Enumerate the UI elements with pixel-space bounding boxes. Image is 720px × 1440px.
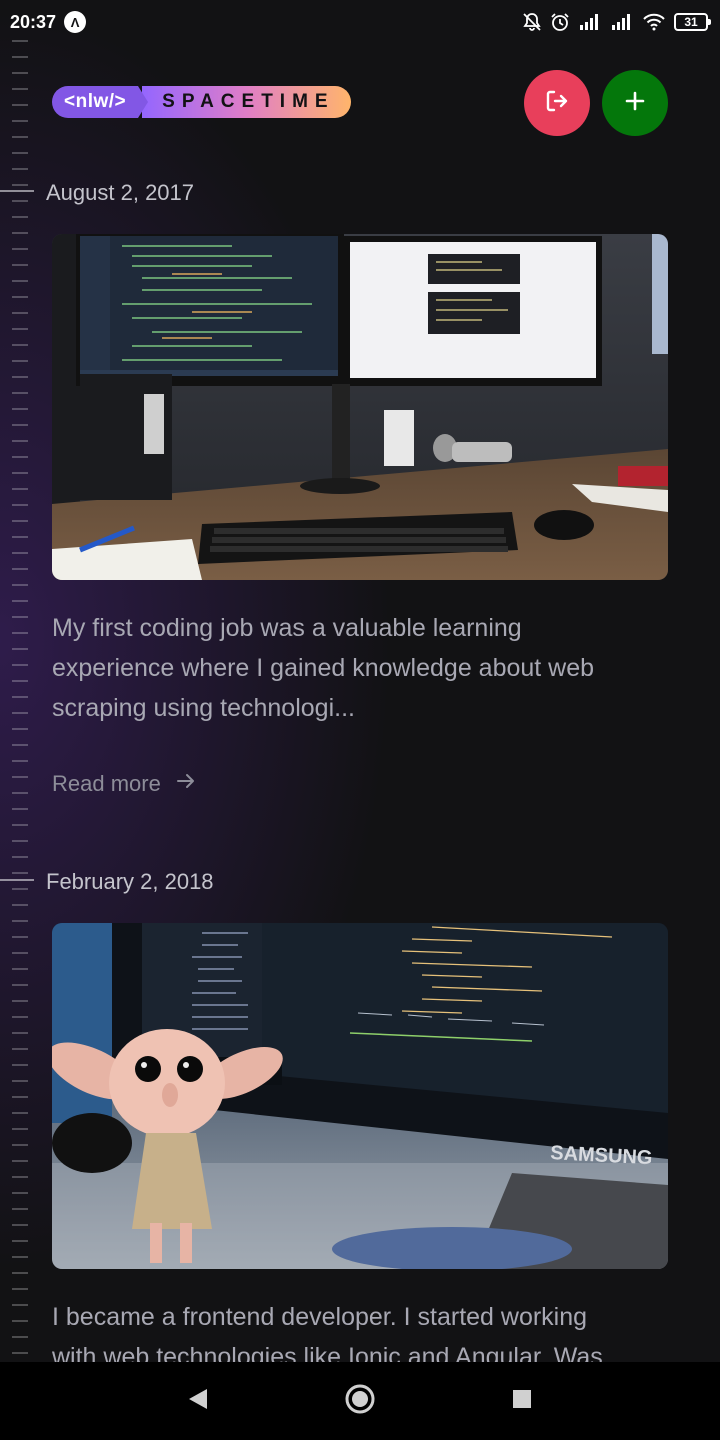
battery-level: 31 [684, 15, 698, 29]
app-screen: 20:37 Λ 31 <nlw/> SPACETIME August 2, 20… [0, 0, 720, 1362]
status-time: 20:37 [10, 11, 57, 32]
plus-icon [623, 89, 647, 118]
memory-excerpt-line: scraping using technologi... [52, 694, 355, 722]
app-notification-icon: Λ [64, 11, 87, 33]
alarm-icon [550, 12, 570, 32]
timeline-marker-2 [0, 879, 34, 881]
memory-date: February 2, 2018 [46, 869, 214, 894]
read-more-label: Read more [52, 771, 161, 796]
signal-icon-1 [578, 13, 602, 31]
memory-excerpt-line: experience where I gained knowledge abou… [52, 654, 595, 682]
memory-photo-samsung[interactable]: SAMSUNG [52, 923, 668, 1269]
memory-photo-desk[interactable] [52, 234, 668, 580]
logo-spacetime: SPACETIME [142, 86, 351, 118]
status-bar: 20:37 Λ 31 [0, 0, 720, 44]
memory-excerpt-line: My first coding job was a valuable learn… [52, 614, 522, 642]
system-nav-bar [0, 1362, 720, 1440]
recents-square-icon[interactable] [511, 1388, 533, 1415]
logout-icon [544, 88, 570, 119]
read-more-link[interactable]: Read more [52, 770, 197, 798]
memory-date: August 2, 2017 [46, 180, 195, 205]
battery-icon: 31 [674, 13, 711, 31]
logout-button[interactable] [524, 70, 590, 136]
bell-off-icon [522, 12, 542, 32]
timeline-ruler [0, 40, 30, 1362]
status-bar-right: 31 [522, 12, 711, 32]
back-triangle-icon[interactable] [187, 1387, 209, 1416]
app-logo: <nlw/> SPACETIME [52, 86, 351, 118]
wifi-icon [642, 13, 666, 31]
logo-nlw: <nlw/> [52, 86, 149, 118]
home-circle-icon[interactable] [344, 1383, 376, 1420]
arrow-right-icon [175, 770, 197, 798]
signal-icon-2 [610, 13, 634, 31]
memory-excerpt-line: I became a frontend developer. I started… [52, 1303, 588, 1331]
memory-excerpt-line: with web technologies like Ionic and Ang… [52, 1343, 603, 1362]
new-memory-button[interactable] [602, 70, 668, 136]
timeline-marker-1 [0, 190, 34, 192]
memory-excerpt: My first coding job was a valuable learn… [52, 608, 652, 728]
status-bar-left: 20:37 Λ [10, 11, 87, 33]
memory-excerpt: I became a frontend developer. I started… [52, 1297, 652, 1362]
